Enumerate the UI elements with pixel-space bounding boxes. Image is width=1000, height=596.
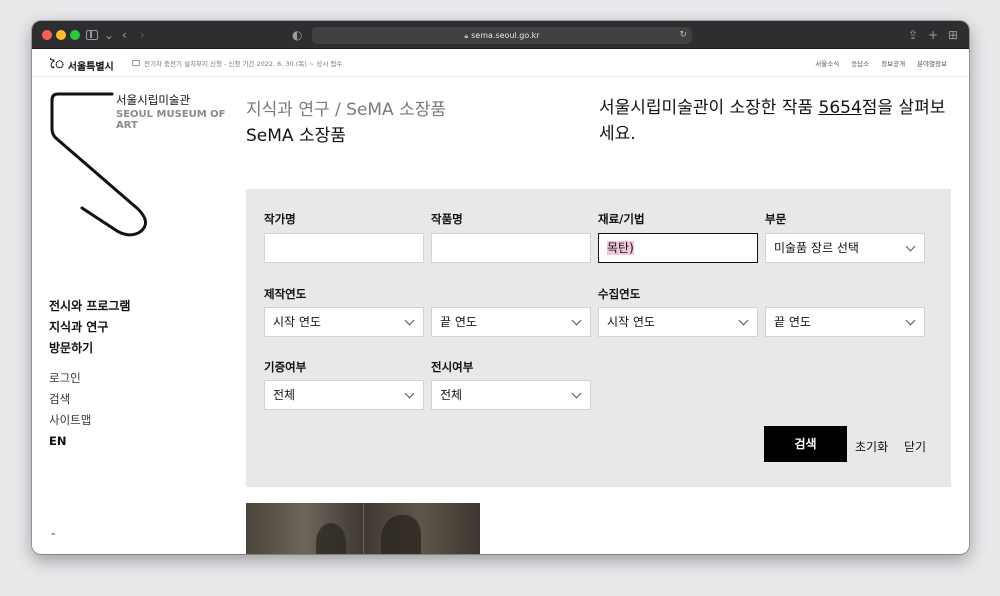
chevron-down-icon <box>905 315 916 326</box>
close-window-button[interactable] <box>42 30 52 40</box>
work-title-label: 작품명 <box>431 212 463 226</box>
sidebar-toggle-icon[interactable] <box>86 30 98 40</box>
logo-korean-name[interactable]: 서울시립미술관 <box>116 92 190 108</box>
nav-item-research[interactable]: 지식과 연구 <box>49 319 130 336</box>
back-arrow-icon[interactable]: ‹ <box>122 27 127 43</box>
util-link-disclosure[interactable]: 정보공개 <box>881 58 905 68</box>
chevron-down-icon <box>571 388 582 399</box>
main-navigation: 전시와 프로그램 지식과 연구 방문하기 <box>49 298 130 357</box>
category-select-value: 미술품 장르 선택 <box>774 241 859 255</box>
nav-item-login[interactable]: 로그인 <box>49 370 91 387</box>
chevron-down-icon <box>404 315 415 326</box>
artwork-thumbnail[interactable] <box>246 503 480 554</box>
production-end-value: 끝 연도 <box>440 315 477 329</box>
nav-item-english[interactable]: EN <box>49 433 91 450</box>
nav-item-exhibitions[interactable]: 전시와 프로그램 <box>49 298 130 315</box>
artist-label: 작가명 <box>264 212 296 226</box>
scroll-top-chevron-icon[interactable]: ⌃ <box>49 532 57 543</box>
new-tab-icon[interactable]: + <box>928 27 938 43</box>
notice-link[interactable]: 전기차 충전기 설치부지 신청 - 신청 기간 2022. 6. 30.(목) … <box>132 58 342 68</box>
util-link-response[interactable]: 응답소 <box>851 58 869 68</box>
acquisition-year-label: 수집연도 <box>598 287 641 301</box>
material-input-value: 목탄) <box>607 241 634 255</box>
production-year-label: 제작연도 <box>264 287 307 301</box>
exhibition-status-label: 전시여부 <box>431 360 474 374</box>
utility-links: 서울소식 응답소 정보공개 분야별정보 <box>815 58 947 68</box>
forward-arrow-icon[interactable]: › <box>140 27 145 43</box>
production-start-select[interactable]: 시작 연도 <box>264 307 424 337</box>
material-input[interactable]: 목탄) <box>598 233 758 263</box>
address-bar[interactable]: 🔒︎ sema.seoul.go.kr ↻ <box>312 27 692 44</box>
acquisition-start-value: 시작 연도 <box>607 315 655 329</box>
reload-icon[interactable]: ↻ <box>679 27 687 44</box>
notice-text: 전기차 충전기 설치부지 신청 - 신청 기간 2022. 6. 30.(목) … <box>144 60 343 68</box>
production-start-value: 시작 연도 <box>273 315 321 329</box>
artwork-divider <box>363 503 364 554</box>
chevron-down-icon <box>738 315 749 326</box>
minimize-window-button[interactable] <box>56 30 66 40</box>
message-icon <box>132 60 140 66</box>
production-end-select[interactable]: 끝 연도 <box>431 307 591 337</box>
lock-icon: 🔒︎ <box>464 32 469 40</box>
url-text: sema.seoul.go.kr <box>471 31 540 40</box>
seoul-logo-icon: ৈ <box>50 58 65 71</box>
work-title-input[interactable] <box>431 233 591 263</box>
brand-text: 서울특별시 <box>67 62 114 73</box>
material-label: 재료/기법 <box>598 212 645 226</box>
category-select[interactable]: 미술품 장르 선택 <box>765 233 925 263</box>
site-topbar: ৈ 서울특별시 전기차 충전기 설치부지 신청 - 신청 기간 2022. 6.… <box>32 49 969 77</box>
logo-english-name[interactable]: SEOUL MUSEUM OF ART <box>116 109 226 131</box>
privacy-shield-icon[interactable]: ◐ <box>292 27 302 43</box>
exhibition-status-select[interactable]: 전체 <box>431 380 591 410</box>
util-link-field-info[interactable]: 분야별정보 <box>917 58 947 68</box>
chevron-down-icon <box>404 388 415 399</box>
close-button[interactable]: 닫기 <box>904 438 926 455</box>
reset-button[interactable]: 초기화 <box>855 438 888 455</box>
donation-label: 기증여부 <box>264 360 307 374</box>
headline-prefix: 서울시립미술관이 소장한 작품 <box>599 98 819 118</box>
acquisition-end-select[interactable]: 끝 연도 <box>765 307 925 337</box>
artwork-figure-left <box>316 523 346 554</box>
zoom-window-button[interactable] <box>70 30 80 40</box>
chevron-down-icon[interactable]: ⌄ <box>104 27 114 43</box>
donation-select[interactable]: 전체 <box>264 380 424 410</box>
category-label: 부문 <box>765 212 787 226</box>
share-icon[interactable]: ⇪ <box>908 27 918 43</box>
sub-navigation: 로그인 검색 사이트맵 EN <box>49 370 91 450</box>
exhibition-status-value: 전체 <box>440 388 463 402</box>
collection-search-panel: 작가명 작품명 재료/기법 목탄) 부문 미술품 장르 선택 제작연도 시작 연… <box>246 189 951 487</box>
tab-overview-icon[interactable]: ⊞ <box>948 27 958 43</box>
collection-count-link[interactable]: 5654 <box>819 98 862 118</box>
breadcrumb: 지식과 연구 / SeMA 소장품 <box>246 100 447 120</box>
donation-select-value: 전체 <box>273 388 296 402</box>
nav-item-search[interactable]: 검색 <box>49 391 91 408</box>
util-link-news[interactable]: 서울소식 <box>815 58 839 68</box>
nav-item-visit[interactable]: 방문하기 <box>49 340 130 357</box>
chevron-down-icon <box>905 241 916 252</box>
browser-toolbar: ⌄ ‹ › ◐ 🔒︎ sema.seoul.go.kr ↻ ⇪ + ⊞ <box>32 21 969 49</box>
acquisition-start-select[interactable]: 시작 연도 <box>598 307 758 337</box>
nav-item-sitemap[interactable]: 사이트맵 <box>49 412 91 429</box>
chevron-down-icon <box>571 315 582 326</box>
page-title: SeMA 소장품 <box>246 126 346 146</box>
search-button[interactable]: 검색 <box>764 426 847 462</box>
acquisition-end-value: 끝 연도 <box>774 315 811 329</box>
artwork-figure-right <box>381 515 421 554</box>
browser-window: ⌄ ‹ › ◐ 🔒︎ sema.seoul.go.kr ↻ ⇪ + ⊞ ৈ 서울특… <box>32 21 969 554</box>
artist-input[interactable] <box>264 233 424 263</box>
seoul-brand-link[interactable]: ৈ 서울특별시 <box>50 56 114 75</box>
collection-headline: 서울시립미술관이 소장한 작품 5654점을 살펴보세요. <box>599 95 959 147</box>
